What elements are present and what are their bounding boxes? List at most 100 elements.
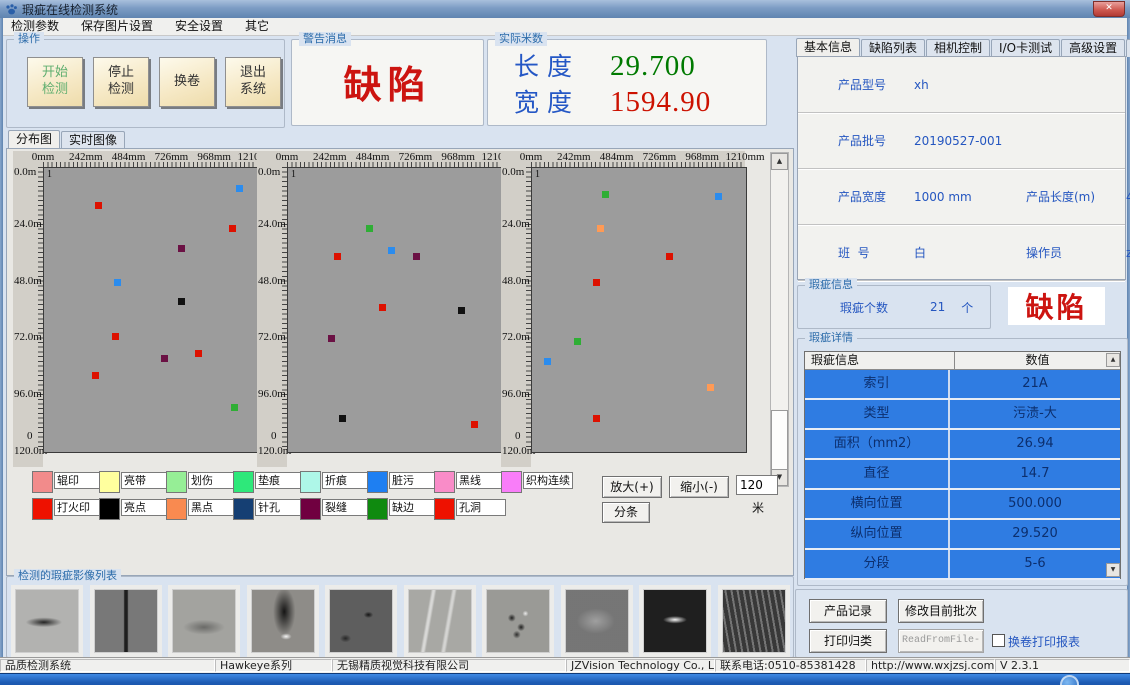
defect-summary-group: 瑕疵信息 瑕疵个数 21 个: [797, 285, 991, 329]
x-tick-label: 0mm: [520, 151, 543, 163]
defect-attr-name: 索引: [805, 370, 950, 398]
menu-item[interactable]: 安全设置: [164, 18, 234, 35]
op-button-change-roll[interactable]: 换卷: [159, 57, 215, 107]
defect-attr-value: 14.7: [950, 460, 1120, 488]
field-value: xh: [914, 78, 1026, 92]
defect-thumbnail[interactable]: [565, 589, 629, 653]
defect-point: [574, 338, 581, 345]
defect-thumbnail[interactable]: [94, 589, 158, 653]
defect-thumbnail[interactable]: [486, 589, 550, 653]
scroll-up-button[interactable]: ▲: [1106, 353, 1120, 367]
defect-detail-row[interactable]: 纵向位置29.520: [805, 520, 1120, 550]
defect-thumbnail[interactable]: [15, 589, 79, 653]
plot-scrollbar[interactable]: ▲ ▼: [770, 152, 789, 487]
right-tab-3[interactable]: I/O卡测试: [991, 39, 1060, 57]
view-tab-0[interactable]: 分布图: [8, 130, 60, 149]
defect-thumbnail[interactable]: [172, 589, 236, 653]
thumbnail-row: [7, 577, 793, 657]
op-button-line: 检测: [108, 82, 134, 99]
menu-item[interactable]: 保存图片设置: [70, 18, 164, 35]
menu-item[interactable]: 其它: [234, 18, 280, 35]
zoom-in-button[interactable]: 放大(+): [602, 476, 662, 498]
field-label: 操作员: [1026, 244, 1126, 261]
scroll-up-button[interactable]: ▲: [771, 153, 788, 170]
view-tab-1[interactable]: 实时图像: [61, 131, 125, 149]
table-scrollbar[interactable]: ▲ ▼: [1105, 352, 1120, 578]
legend-swatch: [501, 471, 522, 493]
legend-label: 划伤: [188, 472, 238, 489]
op-button-exit[interactable]: 退出系统: [225, 57, 281, 107]
y-tick-label: 72.0m: [258, 331, 286, 343]
plot-area: 1: [43, 167, 259, 453]
defect-thumbnail[interactable]: [408, 589, 472, 653]
app-icon: [5, 3, 18, 16]
zoom-out-button[interactable]: 缩小(-): [669, 476, 729, 498]
defect-detail-row[interactable]: 横向位置500.000: [805, 490, 1120, 520]
legend-label: 孔洞: [456, 499, 506, 516]
defect-attr-value: 21A: [950, 370, 1120, 398]
op-button-stop[interactable]: 停止检测: [93, 57, 149, 107]
right-tab-0[interactable]: 基本信息: [796, 38, 860, 57]
field-value: 1000 mm: [914, 190, 1026, 204]
defect-point: [334, 253, 341, 260]
field-label: 产品型号: [838, 76, 914, 93]
legend-swatch: [99, 498, 120, 520]
meters-group-title: 实际米数: [495, 32, 547, 46]
field-label: 产品宽度: [838, 188, 914, 205]
defect-detail-row[interactable]: 直径14.7: [805, 460, 1120, 490]
meters-range-input[interactable]: [736, 475, 778, 495]
roll-print-checkbox[interactable]: [992, 634, 1005, 647]
legend-label: 垫痕: [255, 472, 305, 489]
defect-thumbnail-image: [330, 590, 392, 652]
defect-detail-row[interactable]: 索引21A: [805, 370, 1120, 400]
status-segment: http://www.wxjzsj.com/: [866, 659, 995, 672]
roll-print-checkbox-label[interactable]: 换卷打印报表: [1008, 633, 1080, 650]
operation-group-title: 操作: [14, 32, 44, 46]
defect-thumbnail[interactable]: [251, 589, 315, 653]
y-ruler: 0.0m24.0m48.0m72.0m96.0m120.0m0: [13, 167, 43, 467]
x-tick-label: 968mm: [197, 151, 231, 163]
defect-point: [715, 193, 722, 200]
read-from-file-button: ReadFromFile-SIM: [898, 629, 984, 653]
meter-row: 长度29.700: [488, 47, 766, 83]
op-button-start[interactable]: 开始检测: [27, 57, 83, 107]
scroll-thumb[interactable]: [771, 410, 788, 470]
legend-label: 裂缝: [322, 499, 372, 516]
legend-label: 辊印: [54, 472, 104, 489]
print-sort-button[interactable]: 打印归类: [809, 629, 887, 653]
product-record-button[interactable]: 产品记录: [809, 599, 887, 623]
modify-batch-button[interactable]: 修改目前批次: [898, 599, 984, 623]
right-tab-5[interactable]: 运行状态信息: [1126, 39, 1130, 57]
field-label: 产品长度(m): [1026, 188, 1126, 205]
plot-unit: 0mm242mm484mm726mm968mm1210mm0.0m24.0m48…: [13, 151, 257, 467]
defect-thumbnail[interactable]: [643, 589, 707, 653]
plot-index-label: 1: [291, 169, 296, 180]
right-tab-strip: 基本信息缺陷列表相机控制I/O卡测试高级设置运行状态信息: [796, 38, 1130, 57]
y-tick-label: 48.0m: [258, 275, 286, 287]
defect-detail-row[interactable]: 类型污渍-大: [805, 400, 1120, 430]
defect-point: [229, 225, 236, 232]
defect-count-row: 瑕疵个数 21 个: [798, 286, 990, 328]
y-tick-label: 24.0m: [14, 218, 42, 230]
split-strip-button[interactable]: 分条: [602, 502, 650, 523]
right-tab-4[interactable]: 高级设置: [1061, 39, 1125, 57]
x-tick-label: 1210mm: [725, 151, 764, 163]
defect-detail-row[interactable]: 面积（mm2）26.94: [805, 430, 1120, 460]
legend-swatch: [99, 471, 120, 493]
legend-swatch: [233, 471, 254, 493]
defect-point: [593, 279, 600, 286]
plot-area: 1: [287, 167, 503, 453]
right-tab-1[interactable]: 缺陷列表: [861, 39, 925, 57]
right-tab-2[interactable]: 相机控制: [926, 39, 990, 57]
defect-detail-row[interactable]: 分段5-6: [805, 550, 1120, 580]
defect-thumbnail[interactable]: [329, 589, 393, 653]
defect-point: [95, 202, 102, 209]
status-segment: 品质检测系统: [0, 659, 215, 672]
defect-point: [231, 404, 238, 411]
defect-point: [593, 415, 600, 422]
field-label: 班 号: [838, 244, 914, 261]
defect-thumbnail[interactable]: [722, 589, 786, 653]
y-tick-label: 24.0m: [502, 218, 530, 230]
scroll-down-button[interactable]: ▼: [1106, 563, 1120, 577]
close-button[interactable]: ✕: [1093, 1, 1125, 17]
